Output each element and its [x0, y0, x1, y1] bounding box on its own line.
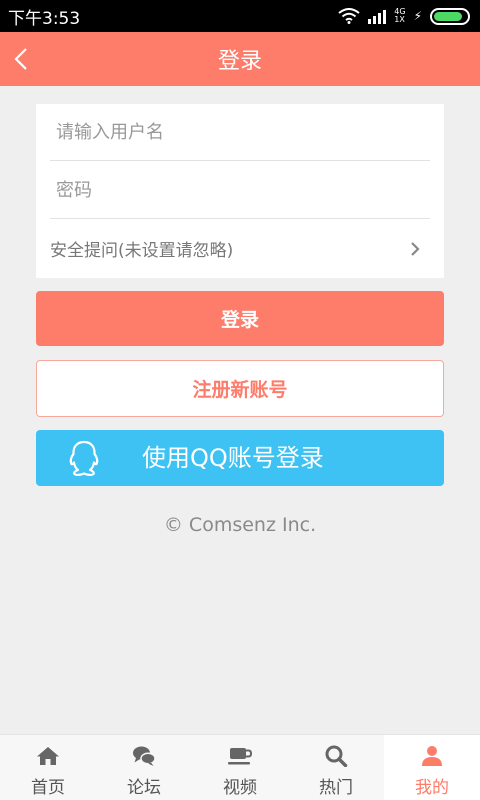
nav-label-forum: 论坛 — [127, 778, 161, 798]
nav-item-forum[interactable]: 论坛 — [96, 735, 192, 800]
home-icon — [37, 747, 59, 765]
qq-penguin-icon — [69, 440, 99, 476]
nav-label-video: 视频 — [223, 778, 257, 798]
wifi-icon — [338, 8, 360, 24]
network-type: 4G 1X — [394, 8, 405, 24]
search-icon — [325, 745, 348, 767]
bottom-nav: 首页 论坛 视频 热门 我的 — [0, 734, 480, 800]
nav-item-hot[interactable]: 热门 — [288, 735, 384, 800]
nav-item-video[interactable]: 视频 — [192, 735, 288, 800]
chevron-left-icon — [14, 48, 27, 70]
status-time: 下午3:53 — [8, 8, 81, 29]
user-icon — [422, 746, 442, 766]
username-input[interactable] — [50, 104, 430, 160]
security-question-label: 安全提问(未设置请忽略) — [50, 241, 234, 261]
login-button-label: 登录 — [220, 309, 259, 331]
chevron-right-icon — [411, 241, 420, 256]
network-type-bottom: 1X — [394, 15, 405, 24]
status-icons: 4G 1X ⚡ — [338, 7, 470, 25]
login-form: 安全提问(未设置请忽略) — [36, 104, 444, 278]
nav-item-home[interactable]: 首页 — [0, 735, 96, 800]
back-button[interactable] — [14, 32, 54, 86]
signal-icon — [368, 8, 387, 24]
app-header: 登录 — [0, 32, 480, 86]
security-question-select[interactable]: 安全提问(未设置请忽略) — [50, 220, 430, 277]
coffee-cup-icon — [228, 748, 252, 765]
nav-label-home: 首页 — [31, 778, 65, 798]
chat-bubbles-icon — [133, 746, 156, 766]
nav-label-mine: 我的 — [415, 778, 449, 798]
copyright-text: © Comsenz Inc. — [163, 514, 317, 536]
register-button[interactable]: 注册新账号 — [36, 360, 444, 417]
charging-bolt-icon: ⚡ — [413, 9, 422, 23]
qq-login-label: 使用QQ账号登录 — [142, 444, 324, 472]
login-button[interactable]: 登录 — [36, 291, 444, 346]
qq-login-button[interactable]: 使用QQ账号登录 — [36, 430, 444, 486]
password-row — [50, 162, 430, 219]
battery-level — [434, 11, 462, 21]
page-title: 登录 — [217, 49, 262, 74]
register-button-label: 注册新账号 — [192, 379, 288, 401]
password-input[interactable] — [50, 162, 430, 218]
username-row — [50, 104, 430, 161]
nav-label-hot: 热门 — [319, 778, 353, 798]
nav-item-mine[interactable]: 我的 — [384, 735, 480, 800]
status-bar: 下午3:53 4G 1X ⚡ — [0, 0, 480, 32]
battery-icon — [430, 7, 470, 25]
